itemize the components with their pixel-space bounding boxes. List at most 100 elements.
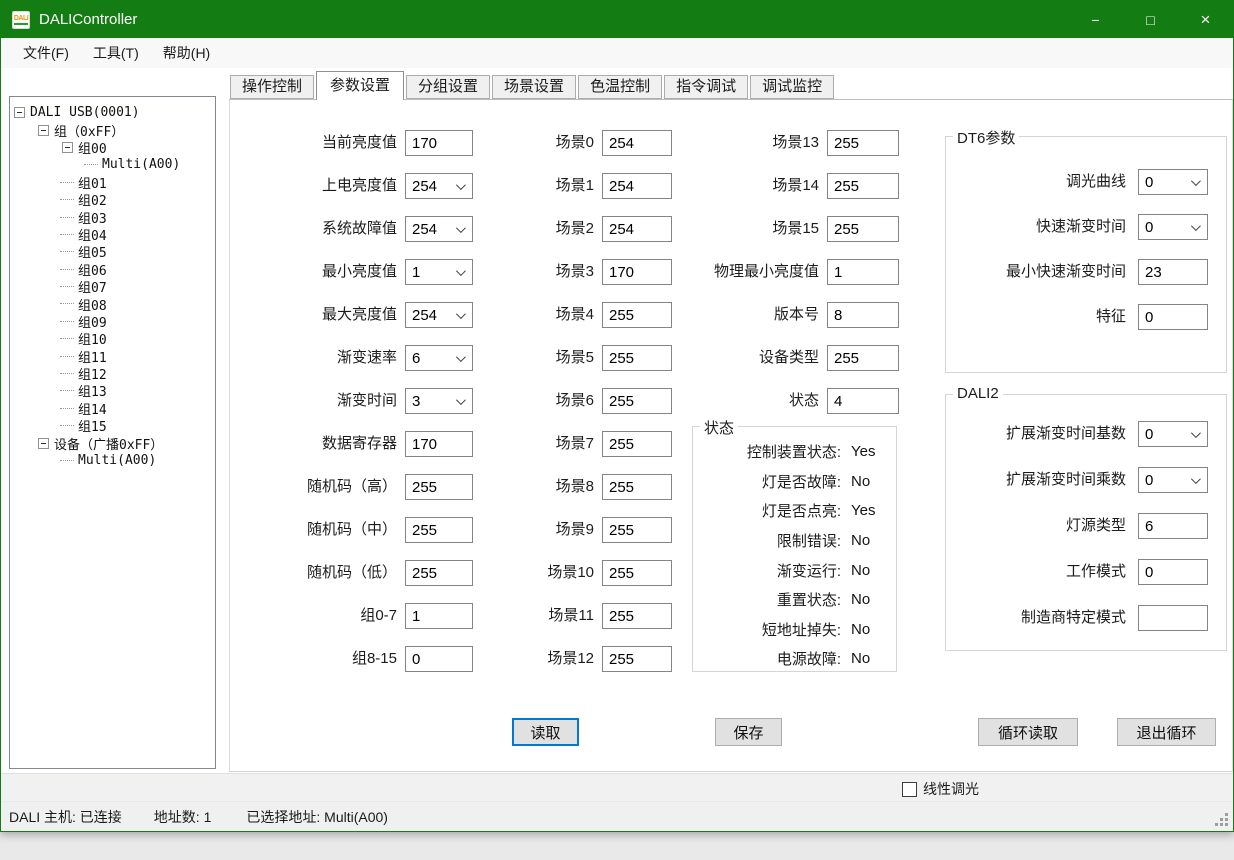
- expand-collapse-icon[interactable]: [62, 333, 73, 344]
- tab[interactable]: 色温控制: [578, 75, 662, 99]
- field-input[interactable]: 255: [827, 173, 899, 199]
- field-input[interactable]: 0: [1138, 559, 1208, 585]
- field-input[interactable]: [1138, 605, 1208, 631]
- tab[interactable]: 调试监控: [750, 75, 834, 99]
- status-rows: 控制装置状态: Yes 灯是否故障: No 灯是否点亮: Yes 限制: [693, 437, 896, 674]
- field-value: 255: [834, 178, 859, 195]
- action-button[interactable]: 保存: [715, 718, 782, 746]
- tree-item[interactable]: 组00: [10, 139, 213, 156]
- field-input[interactable]: 0: [1138, 467, 1208, 493]
- field-row: 场景7 255: [416, 431, 680, 474]
- expand-collapse-icon[interactable]: [62, 246, 73, 257]
- field-value: 0: [1145, 472, 1153, 489]
- expand-collapse-icon[interactable]: [62, 316, 73, 327]
- expand-collapse-icon[interactable]: [62, 385, 73, 396]
- close-button[interactable]: ×: [1178, 1, 1233, 38]
- field-input[interactable]: 255: [602, 431, 672, 457]
- field-input[interactable]: 0: [1138, 169, 1208, 195]
- expand-collapse-icon[interactable]: [62, 229, 73, 240]
- menu-item[interactable]: 文件(F): [11, 41, 81, 65]
- expand-collapse-icon[interactable]: [62, 368, 73, 379]
- tree-item[interactable]: 组08: [10, 295, 213, 312]
- expand-collapse-icon[interactable]: [62, 177, 73, 188]
- minimize-button[interactable]: −: [1068, 1, 1123, 38]
- expand-collapse-icon[interactable]: [62, 455, 73, 466]
- tab[interactable]: 参数设置: [316, 71, 404, 100]
- field-value: 0: [1145, 564, 1153, 581]
- tree-item[interactable]: 组（0xFF）: [10, 121, 213, 138]
- field-input[interactable]: 23: [1138, 259, 1208, 285]
- field-input[interactable]: 255: [602, 603, 672, 629]
- tree-item[interactable]: 组06: [10, 261, 213, 278]
- resize-grip-icon[interactable]: [1215, 813, 1229, 827]
- expand-collapse-icon[interactable]: [62, 420, 73, 431]
- tab[interactable]: 操作控制: [230, 75, 314, 99]
- tree-item[interactable]: 组10: [10, 330, 213, 347]
- title-bar[interactable]: DALI DALIController − □ ×: [1, 1, 1233, 38]
- field-input[interactable]: 8: [827, 302, 899, 328]
- field-input[interactable]: 255: [602, 474, 672, 500]
- field-input[interactable]: 0: [1138, 214, 1208, 240]
- field-input[interactable]: 255: [602, 517, 672, 543]
- field-input[interactable]: 255: [827, 216, 899, 242]
- tree-item[interactable]: 组14: [10, 400, 213, 417]
- tree-item[interactable]: 组15: [10, 417, 213, 434]
- tree-item[interactable]: DALI USB(0001): [10, 104, 213, 121]
- expand-collapse-icon[interactable]: [62, 264, 73, 275]
- field-input[interactable]: 4: [827, 388, 899, 414]
- action-button[interactable]: 读取: [512, 718, 579, 746]
- tree-item-label: 组02: [78, 190, 107, 209]
- action-button[interactable]: 循环读取: [978, 718, 1078, 746]
- tree-item[interactable]: 组09: [10, 313, 213, 330]
- field-label: 渐变速率: [230, 345, 397, 371]
- expand-collapse-icon[interactable]: [62, 194, 73, 205]
- tree-item-label: 组05: [78, 242, 107, 261]
- field-input[interactable]: 6: [1138, 513, 1208, 539]
- expand-collapse-icon[interactable]: [38, 438, 49, 449]
- expand-collapse-icon[interactable]: [62, 351, 73, 362]
- tree-item[interactable]: Multi(A00): [10, 156, 213, 173]
- expand-collapse-icon[interactable]: [14, 107, 25, 118]
- expand-collapse-icon[interactable]: [62, 212, 73, 223]
- checkbox-icon[interactable]: [902, 782, 917, 797]
- tree-item[interactable]: 组07: [10, 278, 213, 295]
- field-label: 场景8: [416, 474, 594, 500]
- tab[interactable]: 指令调试: [664, 75, 748, 99]
- expand-collapse-icon[interactable]: [86, 159, 97, 170]
- field-input[interactable]: 1: [827, 259, 899, 285]
- tree-item[interactable]: 组01: [10, 174, 213, 191]
- field-label: 场景5: [416, 345, 594, 371]
- field-input[interactable]: 0: [1138, 304, 1208, 330]
- expand-collapse-icon[interactable]: [38, 125, 49, 136]
- tree-item[interactable]: 组11: [10, 347, 213, 364]
- menu-item[interactable]: 工具(T): [81, 41, 151, 65]
- tree-item[interactable]: 组02: [10, 191, 213, 208]
- expand-collapse-icon[interactable]: [62, 281, 73, 292]
- maximize-button[interactable]: □: [1123, 1, 1178, 38]
- tree-item[interactable]: 组03: [10, 208, 213, 225]
- tree-item[interactable]: Multi(A00): [10, 452, 213, 469]
- field-input[interactable]: 255: [602, 560, 672, 586]
- device-tree[interactable]: DALI USB(0001) 组（0xFF） 组00 Multi(A00) 组0…: [9, 96, 216, 769]
- tab[interactable]: 分组设置: [406, 75, 490, 99]
- menu-item[interactable]: 帮助(H): [151, 41, 222, 65]
- field-label: 场景15: [618, 216, 819, 242]
- expand-collapse-icon[interactable]: [62, 298, 73, 309]
- tab[interactable]: 场景设置: [492, 75, 576, 99]
- field-input[interactable]: 255: [602, 646, 672, 672]
- tree-item[interactable]: 组04: [10, 226, 213, 243]
- field-value: 255: [609, 565, 634, 582]
- expand-collapse-icon[interactable]: [62, 142, 73, 153]
- expand-collapse-icon[interactable]: [62, 403, 73, 414]
- field-input[interactable]: 255: [827, 130, 899, 156]
- tree-item[interactable]: 组12: [10, 365, 213, 382]
- field-label: 场景4: [416, 302, 594, 328]
- field-row: 灯源类型 6: [946, 513, 1226, 559]
- tree-item[interactable]: 组05: [10, 243, 213, 260]
- action-button[interactable]: 退出循环: [1117, 718, 1216, 746]
- tree-item[interactable]: 组13: [10, 382, 213, 399]
- field-input[interactable]: 0: [1138, 421, 1208, 447]
- tree-item[interactable]: 设备（广播0xFF）: [10, 434, 213, 451]
- linear-dimming-checkbox[interactable]: 线性调光: [902, 779, 979, 799]
- field-input[interactable]: 255: [827, 345, 899, 371]
